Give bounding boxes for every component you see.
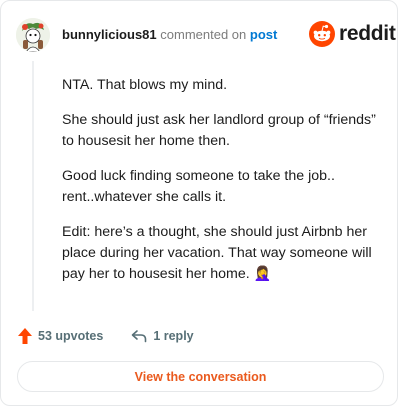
- commented-on-text: commented on: [160, 27, 247, 42]
- reply-button[interactable]: 1 reply: [131, 329, 194, 343]
- reddit-logo[interactable]: reddit: [309, 21, 396, 47]
- view-conversation-button[interactable]: View the conversation: [17, 361, 384, 392]
- reddit-wordmark: reddit: [339, 22, 396, 45]
- comment-paragraph: Good luck finding someone to take the jo…: [62, 168, 335, 205]
- comment-card: bunnylicious81 commented on post reddit …: [0, 0, 398, 406]
- avatar[interactable]: [16, 18, 50, 52]
- comment-paragraph: She should just ask her landlord group o…: [62, 112, 376, 149]
- reddit-snoo-icon: [309, 21, 335, 47]
- reply-count: 1 reply: [153, 329, 194, 343]
- comment-paragraph: NTA. That blows my mind.: [62, 77, 228, 93]
- post-link[interactable]: post: [250, 27, 277, 42]
- comment-header: bunnylicious81 commented on post: [62, 27, 277, 42]
- upvote-button[interactable]: 53 upvotes: [18, 328, 103, 344]
- upvote-arrow-icon: [18, 328, 32, 344]
- thread-line: [32, 61, 34, 311]
- reply-arrow-icon: [132, 330, 147, 343]
- comment-paragraph: Edit: here’s a thought, she should just …: [62, 224, 372, 282]
- upvote-count: 53 upvotes: [38, 329, 104, 343]
- comment-actions: 53 upvotes 1 reply: [18, 326, 194, 346]
- username-link[interactable]: bunnylicious81: [62, 27, 157, 42]
- comment-body: NTA. That blows my mind. She should just…: [62, 75, 382, 299]
